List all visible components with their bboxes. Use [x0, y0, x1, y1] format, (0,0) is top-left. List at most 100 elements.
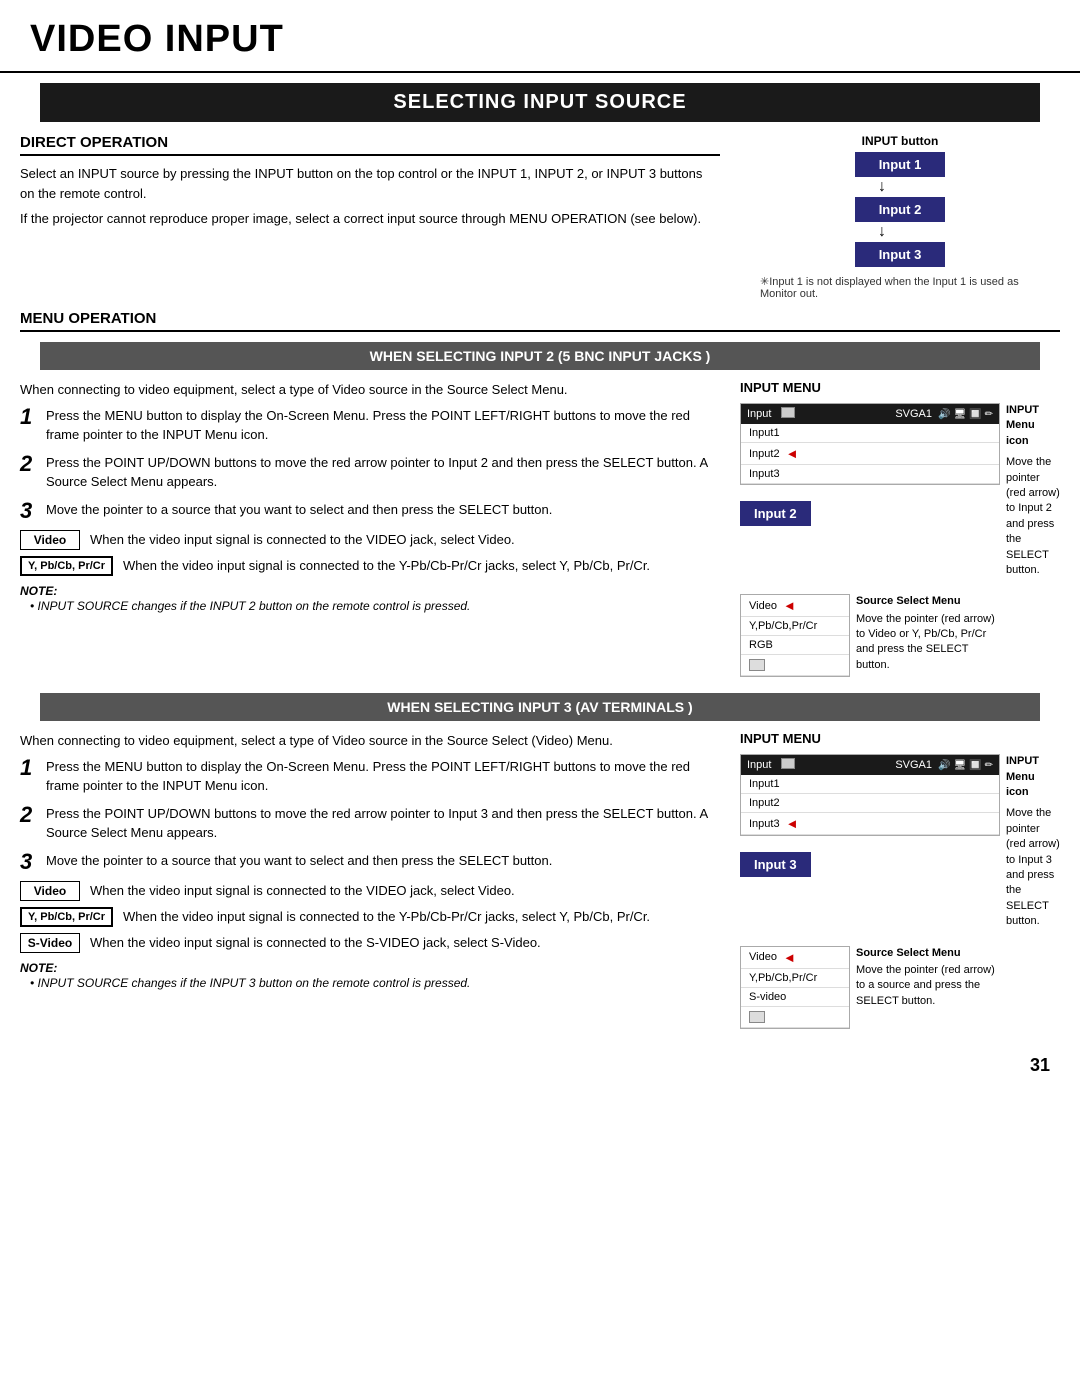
source-menu-3: Video ◄ Y,Pb/Cb,Pr/Cr S-video: [740, 946, 850, 1029]
step-item: 3 Move the pointer to a source that you …: [20, 500, 720, 522]
source-menu-2: Video ◄ Y,Pb/Cb,Pr/Cr RGB: [740, 594, 850, 677]
red-arrow-input3: ◄: [786, 816, 799, 831]
svideo-desc-3: When the video input signal is connected…: [90, 933, 541, 953]
menu3-item-input2: Input2: [741, 794, 999, 813]
ypbcb-desc-3: When the video input signal is connected…: [123, 907, 650, 927]
menu-item-input2: Input2 ◄: [741, 443, 999, 465]
menu3-item-input3: Input3 ◄: [741, 813, 999, 835]
menu-icon3-4: ✏: [985, 760, 993, 771]
input2-section-header: WHEN SELECTING INPUT 2 (5 BNC INPUT JACK…: [40, 342, 1040, 370]
input-button-label: INPUT button: [862, 134, 939, 148]
source-icon-2: [749, 659, 765, 671]
step-text: Press the MENU button to display the On-…: [46, 757, 720, 796]
page-header: VIDEO INPUT: [0, 0, 1080, 73]
video-label: Video: [20, 530, 80, 550]
source-icon-3: [749, 1011, 765, 1023]
input2-content: When connecting to video equipment, sele…: [20, 380, 1060, 683]
direct-op-left: DIRECT OPERATION Select an INPUT source …: [20, 134, 720, 300]
video-desc: When the video input signal is connected…: [90, 530, 515, 550]
input3-left: When connecting to video equipment, sele…: [20, 731, 720, 1034]
source3-item-ypbcb: Y,Pb/Cb,Pr/Cr: [741, 969, 849, 988]
step-number: 2: [20, 453, 38, 475]
step-text: Move the pointer to a source that you wa…: [46, 500, 720, 520]
menu-icon3-3: 🔲: [969, 760, 981, 771]
input-menu-box-3: Input SVGA1 🔊 🖥 🔲 ✏: [740, 754, 1000, 883]
menu3-item-input1: Input1: [741, 775, 999, 794]
svga-label-2: SVGA1: [895, 408, 932, 420]
menu-icon3-2: 🖥: [953, 760, 966, 771]
input2-intro: When connecting to video equipment, sele…: [20, 380, 720, 400]
arrow-note-input2: Move the pointer (red arrow) to Input 2 …: [1006, 455, 1060, 578]
ypbcb-label-3: Y, Pb/Cb, Pr/Cr: [20, 907, 113, 927]
menu-input-text: Input: [747, 408, 771, 420]
signal-row-ypbcb: Y, Pb/Cb, Pr/Cr When the video input sig…: [20, 556, 720, 576]
input2-highlight-btn: Input 2: [740, 501, 811, 526]
input2-menu-diagram: Input SVGA1 🔊 🖥 🔲 ✏: [740, 403, 1060, 578]
menu-item-input1: Input1: [741, 424, 999, 443]
input-footnote: ✳Input 1 is not displayed when the Input…: [760, 275, 1040, 300]
input3-steps: 1 Press the MENU button to display the O…: [20, 757, 720, 873]
step-number: 2: [20, 804, 38, 826]
video-label-3: Video: [20, 881, 80, 901]
image-icon-3: [781, 758, 795, 769]
step-item: 1 Press the MENU button to display the O…: [20, 406, 720, 445]
source-item-icon-2: [741, 655, 849, 676]
note-text: • INPUT SOURCE changes if the INPUT 2 bu…: [20, 598, 720, 615]
direct-operation-section: DIRECT OPERATION Select an INPUT source …: [20, 134, 1060, 300]
menu-item-input3: Input3: [741, 465, 999, 484]
input3-note: NOTE: • INPUT SOURCE changes if the INPU…: [20, 961, 720, 992]
ypbcb-label: Y, Pb/Cb, Pr/Cr: [20, 556, 113, 576]
image-icon: [781, 407, 795, 418]
step-text: Press the POINT UP/DOWN buttons to move …: [46, 804, 720, 843]
source-item-video-2: Video ◄: [741, 595, 849, 617]
menu-icon-2: 🖥: [953, 409, 966, 420]
input2-steps: 1 Press the MENU button to display the O…: [20, 406, 720, 522]
source3-item-video: Video ◄: [741, 947, 849, 969]
source-arrow-note-3: Move the pointer (red arrow) to a source…: [856, 963, 996, 1009]
step-number: 1: [20, 757, 38, 779]
main-section-header: SELECTING INPUT SOURCE: [40, 83, 1040, 122]
input3-right: INPUT MENU Input SVGA1 🔊 🖥: [740, 731, 1060, 1034]
source3-item-icon: [741, 1007, 849, 1028]
direct-op-right: INPUT button Input 1 ↓ Input 2 ↓ Input 3…: [740, 134, 1060, 300]
note-title-3: NOTE:: [20, 961, 720, 975]
page-number: 31: [0, 1045, 1080, 1086]
red-arrow-video-3: ◄: [783, 950, 796, 965]
source-arrow-note-2: Move the pointer (red arrow) to Video or…: [856, 612, 996, 674]
input3-btn: Input 3: [855, 242, 945, 267]
svga-label-3: SVGA1: [895, 759, 932, 771]
page-title: VIDEO INPUT: [30, 18, 1050, 61]
video-desc-3: When the video input signal is connected…: [90, 881, 515, 901]
input3-highlight-btn: Input 3: [740, 852, 811, 877]
step-text: Press the POINT UP/DOWN buttons to move …: [46, 453, 720, 492]
direct-op-body1: Select an INPUT source by pressing the I…: [20, 164, 720, 203]
source3-item-svideo: S-video: [741, 988, 849, 1007]
input3-source-diagram: Video ◄ Y,Pb/Cb,Pr/Cr S-video: [740, 946, 1060, 1029]
source-select-label-3: Source Select Menu: [856, 946, 996, 961]
step-number: 3: [20, 851, 38, 873]
direct-op-title: DIRECT OPERATION: [20, 134, 720, 156]
menu-icon-3: 🔲: [969, 409, 981, 420]
ypbcb-desc: When the video input signal is connected…: [123, 556, 650, 576]
input-menu-label-3: INPUT MENU: [740, 731, 1060, 746]
step-text: Move the pointer to a source that you wa…: [46, 851, 720, 871]
arrow1: ↓: [878, 179, 886, 195]
input2-right: INPUT MENU Input SVGA1 🔊: [740, 380, 1060, 683]
input2-note: NOTE: • INPUT SOURCE changes if the INPU…: [20, 584, 720, 615]
input3-content: When connecting to video equipment, sele…: [20, 731, 1060, 1034]
input3-menu-diagram: Input SVGA1 🔊 🖥 🔲 ✏: [740, 754, 1060, 929]
step-item: 2 Press the POINT UP/DOWN buttons to mov…: [20, 453, 720, 492]
input3-section-header: WHEN SELECTING INPUT 3 (AV TERMINALS ): [40, 693, 1040, 721]
arrow-note-input3: Move the pointer (red arrow) to Input 3 …: [1006, 806, 1060, 929]
input-btn-stack: Input 1 ↓ Input 2 ↓ Input 3: [855, 152, 945, 267]
arrow2: ↓: [878, 224, 886, 240]
note-text-3: • INPUT SOURCE changes if the INPUT 3 bu…: [20, 975, 720, 992]
step-number: 3: [20, 500, 38, 522]
source-item-rgb-2: RGB: [741, 636, 849, 655]
signal-row-svideo-3: S-Video When the video input signal is c…: [20, 933, 720, 953]
red-arrow-input2: ◄: [786, 446, 799, 461]
input2-source-diagram: Video ◄ Y,Pb/Cb,Pr/Cr RGB: [740, 594, 1060, 677]
signal-row-video: Video When the video input signal is con…: [20, 530, 720, 550]
step-item: 1 Press the MENU button to display the O…: [20, 757, 720, 796]
input2-menu-annotation: INPUT Menu icon Move the pointer (red ar…: [1006, 403, 1060, 578]
